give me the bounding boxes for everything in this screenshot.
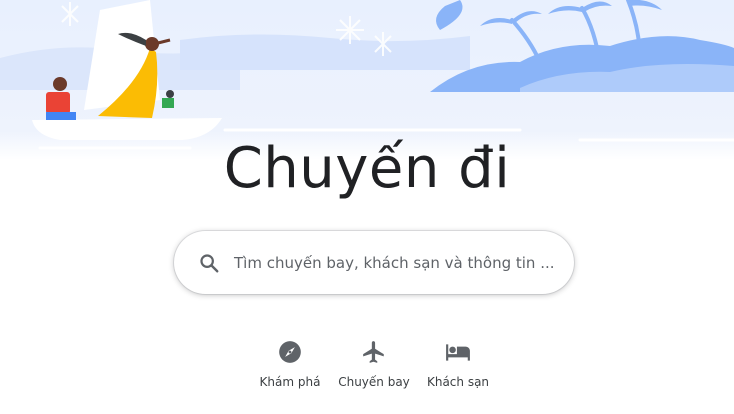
nav-label-hotels: Khách sạn [426, 375, 490, 389]
nav-item-flights[interactable]: Chuyến bay [329, 336, 419, 389]
nav-item-hotels[interactable]: Khách sạn [413, 336, 503, 389]
bed-icon [446, 344, 470, 361]
compass-icon [279, 341, 301, 363]
page-title: Chuyến đi [223, 136, 511, 201]
search-input[interactable]: Tìm chuyến bay, khách sạn và thông tin .… [234, 254, 555, 272]
airplane-icon [363, 341, 384, 363]
nav-item-explore[interactable]: Khám phá [245, 336, 335, 389]
search-box[interactable]: Tìm chuyến bay, khách sạn và thông tin .… [174, 231, 574, 294]
nav-label-flights: Chuyến bay [338, 375, 410, 389]
nav-bar: Khám phá Chuyến bay Khách sạn [0, 336, 734, 406]
nav-label-explore: Khám phá [259, 375, 321, 389]
search-icon [200, 254, 219, 273]
